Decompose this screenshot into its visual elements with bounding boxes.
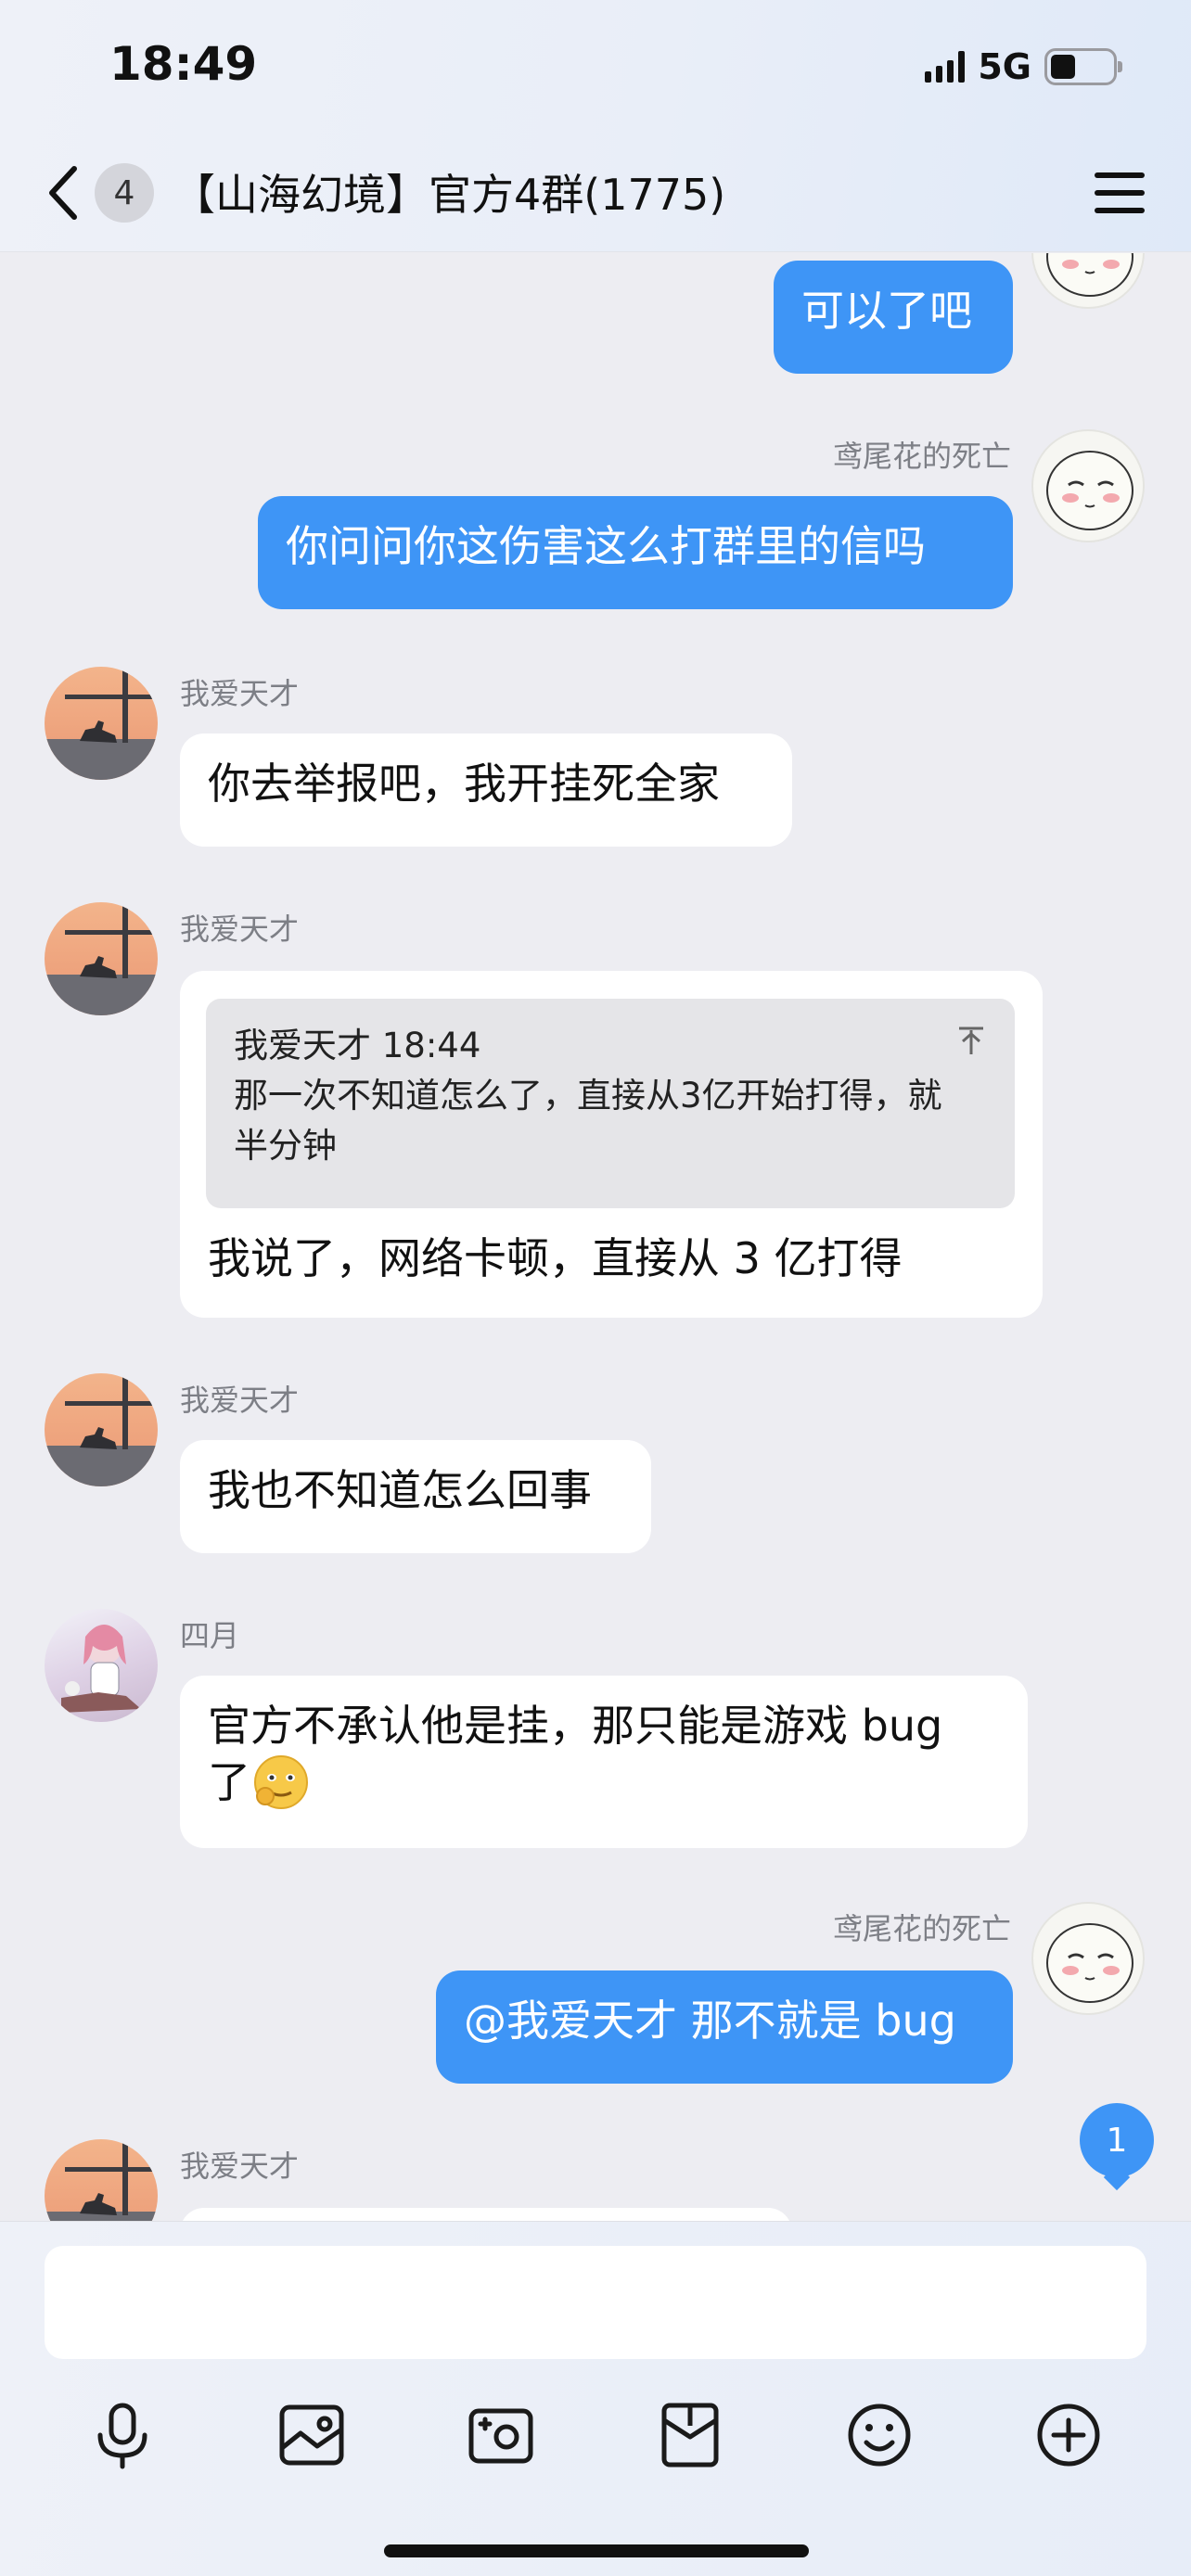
emoji-button[interactable]	[833, 2389, 926, 2481]
image-icon	[279, 2404, 344, 2466]
message-bubble[interactable]: 官方不承认他是挂，那只能是游戏 bug 了	[180, 1676, 1028, 1848]
microphone-icon	[97, 2403, 147, 2469]
message-list[interactable]: 可以了吧 鸢尾花的死亡 你问问你这伤害这么打群里的信吗 我爱天才 你去举报吧，我…	[0, 253, 1191, 2221]
battery-icon	[1044, 48, 1122, 85]
avatar[interactable]	[45, 1373, 158, 1486]
avatar[interactable]	[1031, 253, 1145, 309]
sender-name: 鸢尾花的死亡	[832, 439, 1011, 474]
message-text: 官方不承认他是挂，那只能是游戏 bug	[208, 1701, 943, 1751]
message-bubble[interactable]: 你去举报吧，我开挂死全家	[180, 733, 792, 847]
red-packet-icon	[661, 2403, 719, 2468]
message-text: 我说了，网络卡顿，直接从 3 亿打得	[208, 1233, 903, 1283]
network-type: 5G	[978, 46, 1031, 87]
status-indicators: 5G	[925, 46, 1122, 87]
image-button[interactable]	[265, 2389, 358, 2481]
avatar[interactable]	[1031, 429, 1145, 542]
message-input[interactable]	[45, 2246, 1146, 2359]
message-text-line: 了	[208, 1753, 1000, 1811]
menu-button[interactable]	[1095, 169, 1145, 217]
unread-count-badge[interactable]: 4	[95, 163, 154, 223]
avatar[interactable]	[45, 2139, 158, 2221]
jump-to-quote-icon[interactable]	[955, 1025, 987, 1056]
message-text: 了	[208, 1757, 250, 1807]
input-toolbar	[0, 2389, 1191, 2481]
emoji-icon	[254, 1755, 308, 1809]
new-message-badge[interactable]: 1	[1080, 2103, 1154, 2177]
avatar[interactable]	[45, 667, 158, 780]
quote-line: 半分钟	[234, 1126, 337, 1166]
sender-name: 我爱天才	[180, 1383, 300, 1418]
sender-name: 四月	[180, 1618, 240, 1653]
input-area	[0, 2221, 1191, 2576]
chat-header: 4 【山海幻境】官方4群(1775)	[0, 148, 1191, 237]
top-bar: 18:49 5G 4 【山海幻境】官方4群(1775)	[0, 0, 1191, 252]
camera-icon	[468, 2408, 533, 2464]
chevron-left-icon	[49, 166, 77, 220]
back-button[interactable]	[35, 159, 91, 226]
sender-name: 我爱天才	[180, 676, 300, 711]
chat-title[interactable]: 【山海幻境】官方4群(1775)	[173, 161, 725, 223]
avatar[interactable]	[45, 902, 158, 1015]
quote-line: 那一次不知道怎么了，直接从3亿开始打得，就	[234, 1076, 942, 1116]
more-button[interactable]	[1022, 2389, 1115, 2481]
message-bubble[interactable]: 可以了吧	[774, 261, 1013, 374]
red-packet-button[interactable]	[644, 2389, 736, 2481]
status-time: 18:49	[109, 37, 258, 91]
message-bubble[interactable]	[180, 2208, 792, 2221]
cellular-signal-icon	[925, 51, 966, 83]
quoted-message[interactable]: 我爱天才 18:44 那一次不知道怎么了，直接从3亿开始打得，就 半分钟	[206, 999, 1015, 1208]
hamburger-menu-icon	[1095, 172, 1145, 178]
sender-name: 我爱天才	[180, 2149, 300, 2184]
plus-icon	[1037, 2404, 1100, 2467]
home-indicator[interactable]	[384, 2544, 809, 2557]
camera-button[interactable]	[455, 2389, 547, 2481]
message-bubble[interactable]: 你问问你这伤害这么打群里的信吗	[258, 496, 1013, 609]
sender-name: 我爱天才	[180, 912, 300, 947]
avatar[interactable]	[1031, 1902, 1145, 2015]
quote-header: 我爱天才 18:44	[234, 1026, 481, 1065]
message-bubble[interactable]: 我也不知道怎么回事	[180, 1440, 651, 1553]
emoji-icon	[848, 2404, 911, 2467]
voice-button[interactable]	[76, 2389, 169, 2481]
message-bubble[interactable]: @我爱天才 那不就是 bug	[436, 1970, 1013, 2084]
avatar[interactable]	[45, 1609, 158, 1722]
sender-name: 鸢尾花的死亡	[832, 1911, 1011, 1946]
